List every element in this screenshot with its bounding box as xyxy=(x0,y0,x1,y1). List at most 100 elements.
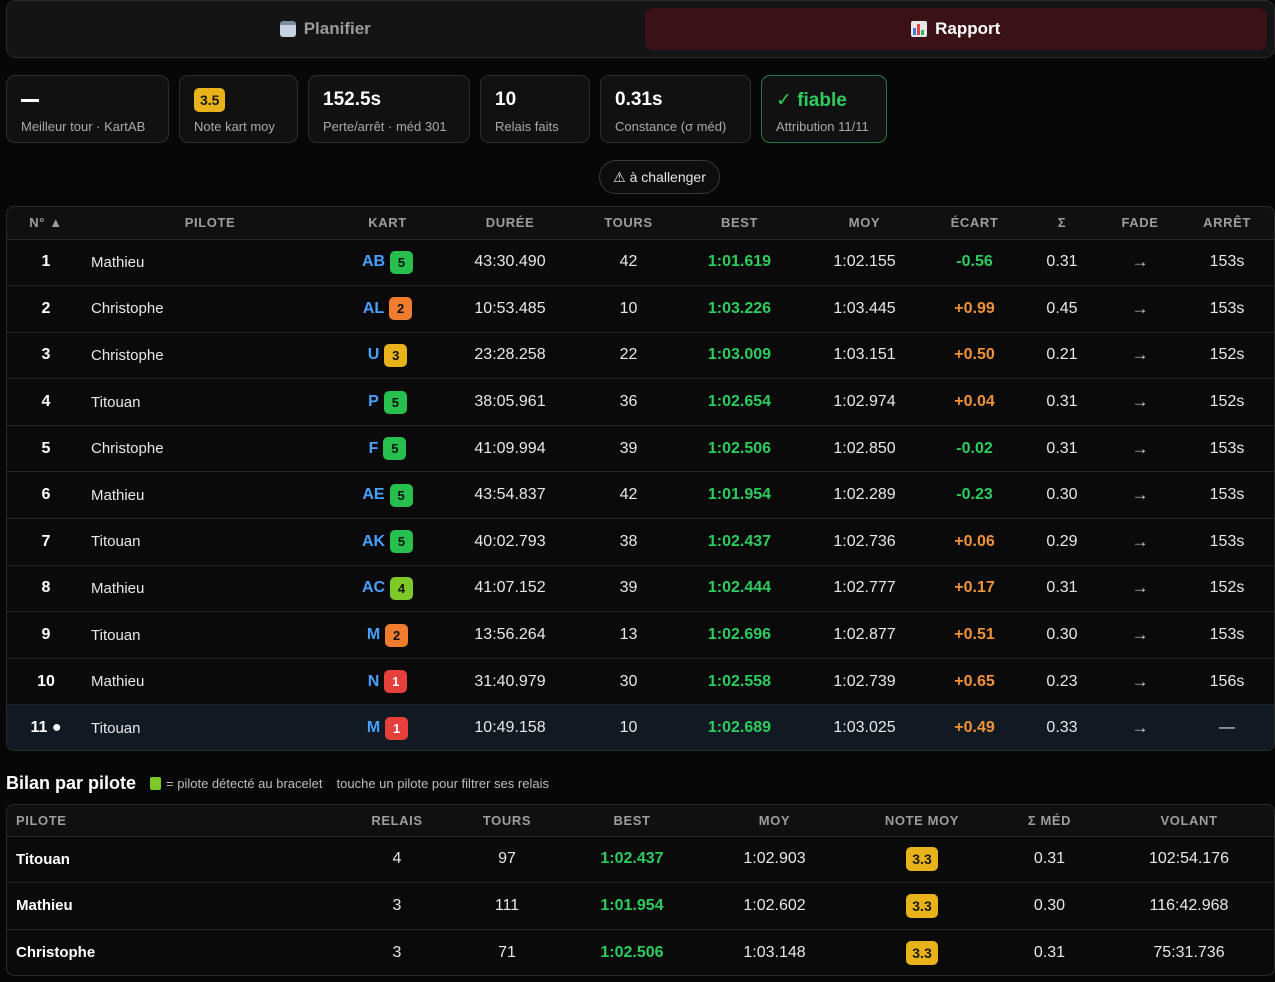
col-best[interactable]: BEST xyxy=(562,805,702,837)
col-moy[interactable]: MOY xyxy=(702,805,847,837)
relais-duree: 10:53.485 xyxy=(440,285,580,333)
fade-arrow-icon: → xyxy=(1102,378,1178,426)
bilan-row[interactable]: Titouan 4 97 1:02.437 1:02.903 3.3 0.31 102:54.… xyxy=(7,836,1274,884)
kart-code: P xyxy=(368,393,379,411)
bilan-volant: 116:42.968 xyxy=(1102,882,1274,930)
relais-tours: 22 xyxy=(580,332,677,380)
relais-duree: 31:40.979 xyxy=(440,658,580,706)
stat-label: Relais faits xyxy=(495,119,559,134)
relais-ecart: -0.02 xyxy=(927,425,1022,473)
relais-row[interactable]: 8 Mathieu AC 4 41:07.152 39 1:02.444 1:02.777 +0… xyxy=(7,565,1274,613)
relais-row[interactable]: 5 Christophe F 5 41:09.994 39 1:02.506 1:02.850… xyxy=(7,425,1274,473)
relais-moy: 1:02.736 xyxy=(802,518,927,566)
relais-tours: 13 xyxy=(580,611,677,659)
relais-moy: 1:02.739 xyxy=(802,658,927,706)
col-sigma[interactable]: Σ xyxy=(1022,207,1102,240)
col-num[interactable]: N° ▲ xyxy=(7,207,85,240)
tab-rapport-label: Rapport xyxy=(935,19,1001,38)
col-ecart[interactable]: ÉCART xyxy=(927,207,1022,240)
relais-tours: 10 xyxy=(580,704,677,750)
col-duree[interactable]: DURÉE xyxy=(440,207,580,240)
relais-num: 1 xyxy=(7,239,85,287)
relais-row[interactable]: 2 Christophe AL 2 10:53.485 10 1:03.226 1:03.44… xyxy=(7,285,1274,333)
kart-code: AK xyxy=(361,532,386,550)
stat-best-lap: Meilleur tour · KartAB xyxy=(6,75,169,143)
relais-row[interactable]: 10 Mathieu N 1 31:40.979 30 1:02.558 1:02.739 +0… xyxy=(7,658,1274,706)
relais-best: 1:02.558 xyxy=(677,658,802,706)
kart-note-badge: 3 xyxy=(384,343,408,367)
note-badge: 3.3 xyxy=(906,893,938,918)
relais-sigma: 0.31 xyxy=(1022,425,1102,473)
tab-rapport[interactable]: Rapport xyxy=(644,8,1267,50)
kart-code: AL xyxy=(362,299,385,317)
relais-row[interactable]: 9 Titouan M 2 13:56.264 13 1:02.696 1:02.877 +0.… xyxy=(7,611,1274,659)
relais-num: 2 xyxy=(7,285,85,333)
bar-chart-icon xyxy=(911,21,928,37)
kart-note-badge: 2 xyxy=(389,297,413,321)
col-sigma-med[interactable]: Σ MÉD xyxy=(997,805,1102,837)
relais-duree: 43:54.837 xyxy=(440,471,580,520)
relais-row[interactable]: 11 ● Titouan M 1 10:49.158 10 1:02.689 1:03.025… xyxy=(7,704,1274,750)
relais-best: 1:02.696 xyxy=(677,611,802,659)
col-pilote[interactable]: PILOTE xyxy=(85,207,335,240)
relais-best: 1:02.689 xyxy=(677,704,802,750)
tab-planifier-label: Planifier xyxy=(303,19,371,38)
tab-planifier[interactable]: Planifier xyxy=(14,8,637,50)
relais-row[interactable]: 1 Mathieu AB 5 43:30.490 42 1:01.619 1:02.155 -0… xyxy=(7,239,1274,287)
relais-sigma: 0.21 xyxy=(1022,332,1102,380)
relais-duree: 41:07.152 xyxy=(440,565,580,613)
col-note-moy[interactable]: NOTE MOY xyxy=(847,805,997,837)
bilan-pilote[interactable]: Christophe xyxy=(7,929,342,975)
relais-sigma: 0.30 xyxy=(1022,471,1102,520)
relais-arret: 153s xyxy=(1178,518,1274,566)
col-best[interactable]: BEST xyxy=(677,207,802,240)
bilan-pilote[interactable]: Titouan xyxy=(7,836,342,884)
bilan-sigma: 0.31 xyxy=(997,836,1102,884)
relais-row[interactable]: 4 Titouan P 5 38:05.961 36 1:02.654 1:02.974 +0.… xyxy=(7,378,1274,426)
relais-table: N° ▲ PILOTE KART DURÉE TOURS BEST MOY ÉC… xyxy=(6,206,1275,751)
relais-tours: 30 xyxy=(580,658,677,706)
bilan-row[interactable]: Mathieu 3 111 1:01.954 1:02.602 3.3 0.30 116:42… xyxy=(7,882,1274,930)
relais-pilote: Titouan xyxy=(85,518,335,566)
stat-value: 152.5s xyxy=(323,89,382,110)
col-tours[interactable]: TOURS xyxy=(452,805,562,837)
col-pilote[interactable]: PILOTE xyxy=(7,805,342,837)
col-relais[interactable]: RELAIS xyxy=(342,805,452,837)
relais-pilote: Mathieu xyxy=(85,239,335,287)
bilan-pilote[interactable]: Mathieu xyxy=(7,882,342,930)
fade-arrow-icon: → xyxy=(1102,425,1178,473)
relais-row[interactable]: 3 Christophe U 3 23:28.258 22 1:03.009 1:03.151… xyxy=(7,332,1274,380)
relais-moy: 1:03.151 xyxy=(802,332,927,380)
kart-code: AC xyxy=(361,579,386,597)
col-tours[interactable]: TOURS xyxy=(580,207,677,240)
relais-kart: AC 4 xyxy=(335,565,440,613)
relais-pilote: Titouan xyxy=(85,378,335,426)
relais-best: 1:01.619 xyxy=(677,239,802,287)
fade-arrow-icon: → xyxy=(1102,239,1178,287)
bilan-moy: 1:02.903 xyxy=(702,836,847,884)
relais-kart: N1 xyxy=(335,658,440,706)
relais-kart: P5 xyxy=(335,378,440,426)
relais-arret: 153s xyxy=(1178,611,1274,659)
col-fade[interactable]: FADE xyxy=(1102,207,1178,240)
relais-num: 11 ● xyxy=(7,704,85,750)
relais-best: 1:02.444 xyxy=(677,565,802,613)
col-arret[interactable]: ARRÊT xyxy=(1178,207,1274,240)
kart-code: F xyxy=(368,439,379,457)
stats-row: Meilleur tour · KartAB 3.5 Note kart moy… xyxy=(6,75,887,143)
bilan-legend-text: = pilote détecté au bracelet xyxy=(166,776,323,791)
fade-arrow-icon: → xyxy=(1102,285,1178,333)
col-kart[interactable]: KART xyxy=(335,207,440,240)
col-volant[interactable]: VOLANT xyxy=(1102,805,1274,837)
relais-moy: 1:03.025 xyxy=(802,704,927,750)
relais-row[interactable]: 6 Mathieu AE 5 43:54.837 42 1:01.954 1:02.289 -0… xyxy=(7,471,1274,520)
challenger-button[interactable]: ⚠ à challenger xyxy=(599,160,720,194)
relais-arret: 152s xyxy=(1178,332,1274,380)
col-moy[interactable]: MOY xyxy=(802,207,927,240)
relais-row[interactable]: 7 Titouan AK 5 40:02.793 38 1:02.437 1:02.736 +0… xyxy=(7,518,1274,566)
relais-ecart: +0.04 xyxy=(927,378,1022,426)
stat-attribution: ✓ fiable Attribution 11/11 xyxy=(761,75,887,143)
bilan-row[interactable]: Christophe 3 71 1:02.506 1:03.148 3.3 0.31 75:3… xyxy=(7,929,1274,975)
relais-kart: M1 xyxy=(335,704,440,750)
bilan-tours: 71 xyxy=(498,943,516,961)
